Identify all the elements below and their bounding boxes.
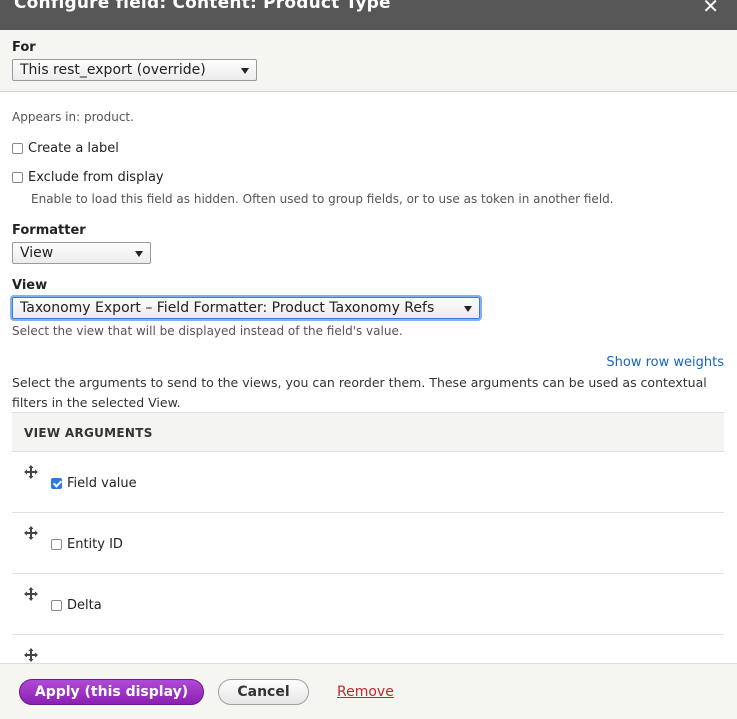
dialog-footer: Apply (this display) Cancel Remove [0,663,737,719]
for-select-value: This rest_export (override) [20,62,206,78]
view-description: Select the view that will be displayed i… [12,324,403,338]
argument-option[interactable]: Entity ID [51,537,123,552]
create-label-option[interactable]: Create a label [12,141,119,156]
remove-link[interactable]: Remove [337,684,394,700]
table-header: VIEW ARGUMENTS [12,412,724,452]
appears-in-text: Appears in: product. [12,110,134,124]
argument-checkbox[interactable] [51,478,62,489]
show-row-weights-link[interactable]: Show row weights [606,355,724,370]
dropdown-arrow-icon [464,306,472,312]
formatter-select[interactable]: View [12,242,151,264]
table-row: Delta [12,574,724,635]
drag-handle-icon[interactable] [24,648,38,662]
view-arguments-table: VIEW ARGUMENTS Field value Entity ID Del… [12,412,724,662]
view-select[interactable]: Taxonomy Export – Field Formatter: Produ… [12,297,480,319]
table-row: Field value [12,452,724,513]
dropdown-arrow-icon [241,68,249,74]
exclude-description: Enable to load this field as hidden. Oft… [31,192,614,206]
for-label: For [12,40,36,55]
view-select-value: Taxonomy Export – Field Formatter: Produ… [20,300,435,316]
for-select[interactable]: This rest_export (override) [12,59,257,81]
exclude-text: Exclude from display [28,170,164,185]
formatter-select-value: View [20,245,54,261]
arguments-help-line-2: filters in the selected View. [12,395,181,410]
argument-option[interactable]: Field value [51,476,137,491]
arguments-help-line-1: Select the arguments to send to the view… [12,375,707,390]
create-label-checkbox[interactable] [12,143,23,154]
exclude-checkbox[interactable] [12,172,23,183]
argument-option[interactable]: Delta [51,598,102,613]
argument-label: Entity ID [67,537,123,552]
for-section: For This rest_export (override) [0,30,737,92]
drag-handle-icon[interactable] [24,526,38,540]
dialog-title: Configure field: Content: Product Type [14,0,391,13]
cancel-button[interactable]: Cancel [218,679,309,705]
argument-label: Field value [67,476,137,491]
argument-label: Delta [67,598,102,613]
apply-button[interactable]: Apply (this display) [19,679,204,705]
close-icon[interactable]: ✕ [702,0,719,18]
exclude-option[interactable]: Exclude from display [12,170,164,185]
table-row: Entity ID [12,513,724,574]
table-row-partial [12,635,724,662]
create-label-text: Create a label [28,141,119,156]
dialog-titlebar: Configure field: Content: Product Type ✕ [0,0,737,30]
drag-handle-icon[interactable] [24,465,38,479]
drag-handle-icon[interactable] [24,587,38,601]
argument-checkbox[interactable] [51,539,62,550]
view-label: View [12,278,48,293]
table-header-label: VIEW ARGUMENTS [24,426,153,440]
dropdown-arrow-icon [135,251,143,257]
formatter-label: Formatter [12,223,86,238]
argument-checkbox[interactable] [51,600,62,611]
